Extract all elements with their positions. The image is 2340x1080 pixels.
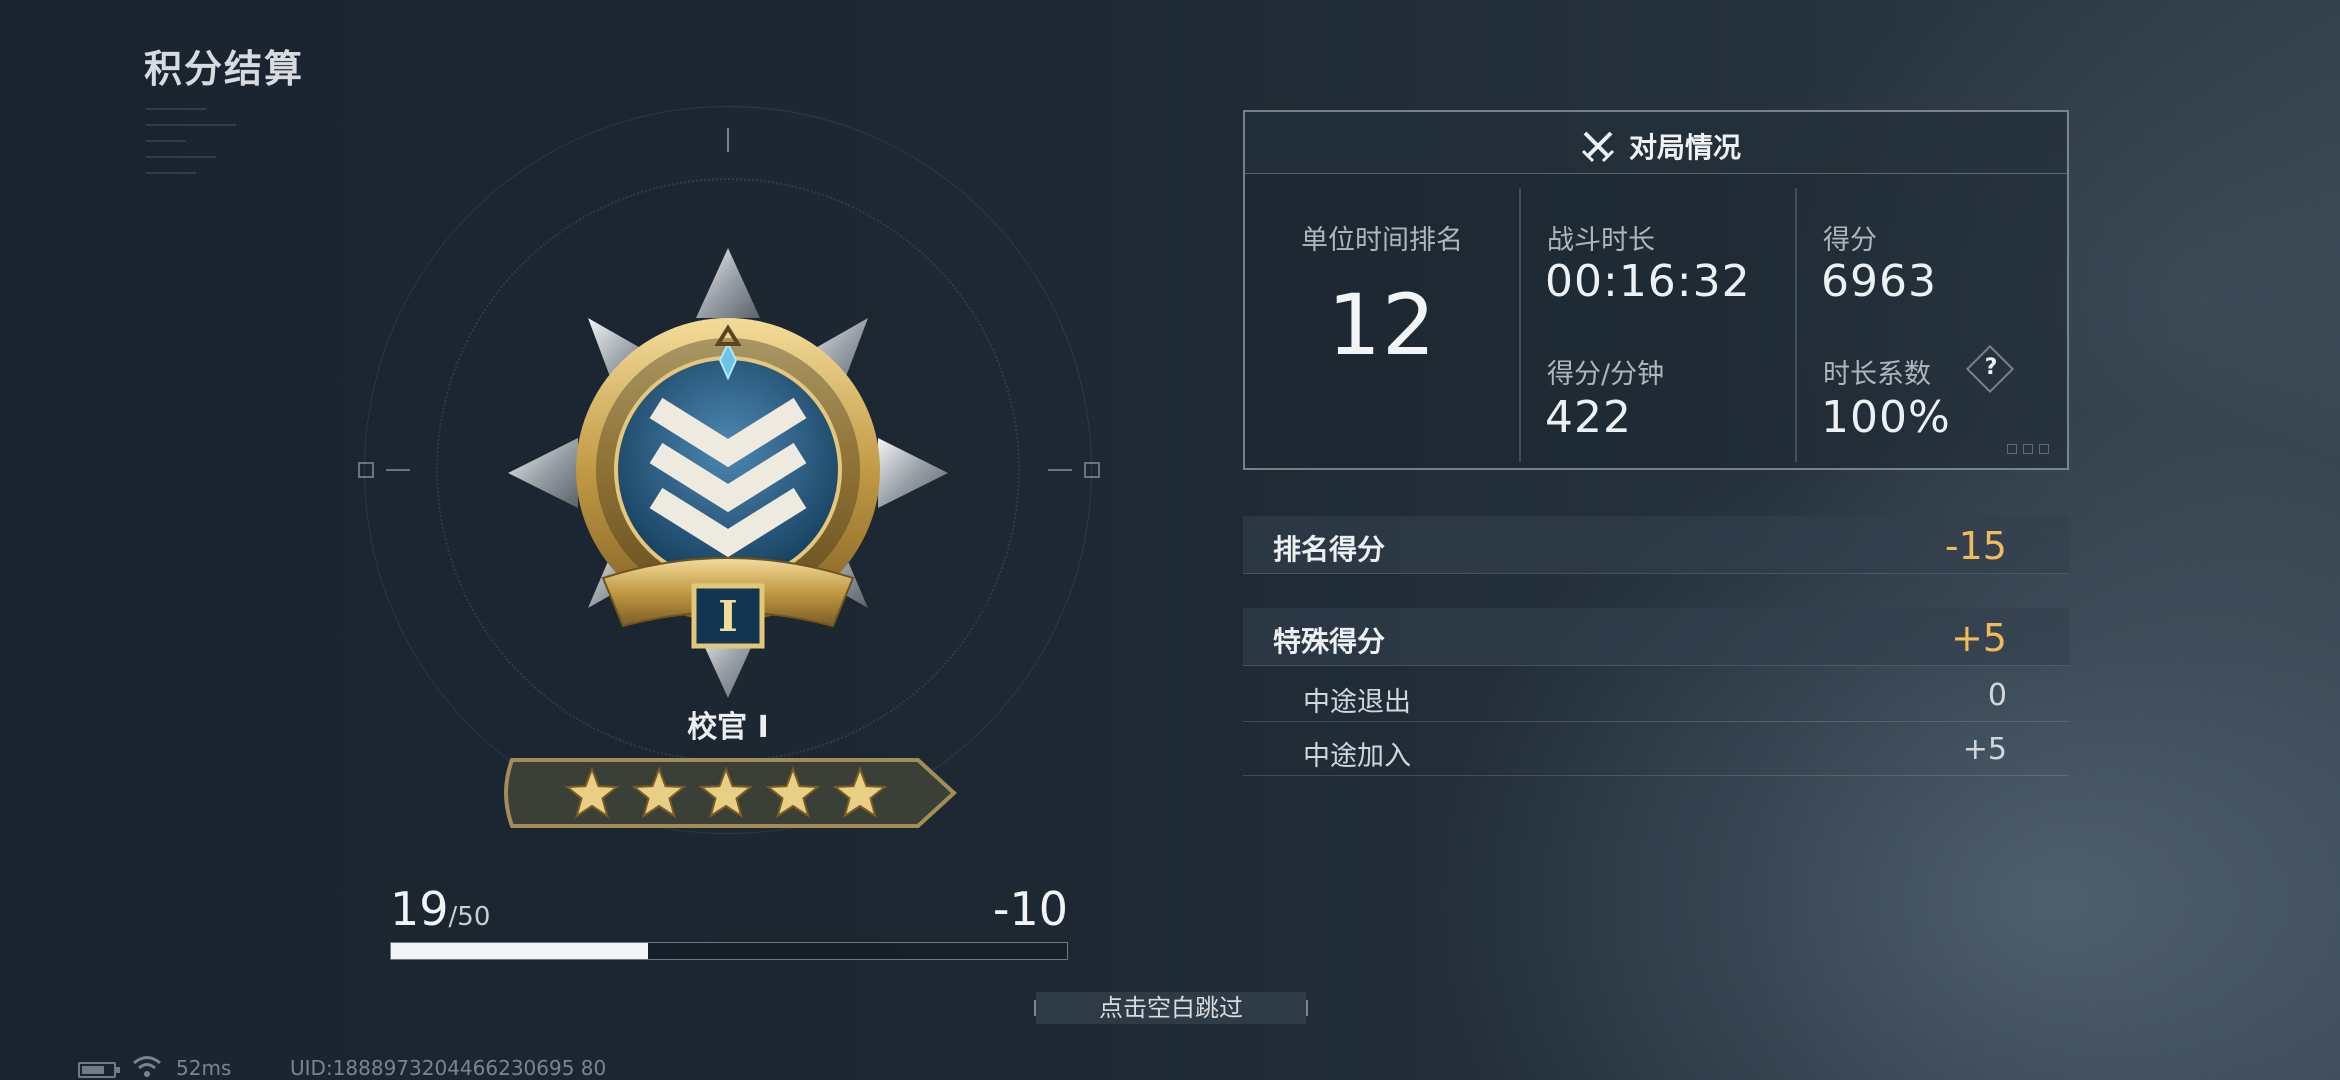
ring-marker-right [1084,462,1100,478]
special-score-row: 特殊得分 +5 [1243,608,2069,666]
score-value: 6963 [1821,256,1937,307]
special-score-item-value: 0 [1987,678,2007,713]
unit-time-rank-value: 12 [1327,276,1437,374]
rank-score-row: 排名得分 -15 [1243,516,2069,574]
duration-coefficient-label: 时长系数 [1823,359,1931,390]
panel-divider [1519,188,1521,462]
panel-divider [1795,188,1797,462]
duration-coefficient-value: 100% [1821,392,1951,443]
ring-tick-right [1048,469,1072,471]
ping-text: 52ms [176,1056,232,1080]
unit-time-rank-label: 单位时间排名 [1301,225,1463,256]
rank-score-value: -15 [1944,524,2007,568]
rank-progress-fill [391,943,648,959]
special-score-label: 特殊得分 [1273,625,1386,658]
ring-marker-left [358,462,374,478]
ring-tick-left [386,469,410,471]
rank-stars-plate [504,758,957,828]
decorative-text-lines [146,108,266,188]
rank-score-label: 排名得分 [1273,533,1386,566]
battle-duration-label: 战斗时长 [1547,225,1655,256]
panel-corner-dots [2007,444,2049,454]
rank-progress-total: /50 [448,902,491,932]
crossed-swords-icon [1581,131,1615,163]
rank-progress-current: 19 [390,882,449,936]
match-summary-title: 对局情况 [1629,131,1742,164]
special-score-item-value: +5 [1962,732,2007,767]
special-score-value: +5 [1950,616,2007,660]
page-title: 积分结算 [144,47,305,91]
score-label: 得分 [1823,225,1877,256]
uid-text: UID:1888973204466230695 80 [290,1056,607,1080]
wifi-icon [133,1056,161,1077]
special-score-item: 中途退出 0 [1243,668,2069,722]
rank-numeral: I [718,592,738,641]
rank-progress-value: 19/50 [390,882,490,936]
score-per-minute-value: 422 [1545,392,1632,443]
special-score-item: 中途加入 +5 [1243,722,2069,776]
battle-duration-value: 00:16:32 [1545,256,1751,307]
special-score-item-label: 中途退出 [1303,687,1411,718]
match-summary-panel: 对局情况 单位时间排名 12 战斗时长 00:16:32 得分/分钟 422 得… [1243,110,2069,470]
rank-progress-delta: -10 [992,882,1068,936]
rank-name: 校官 I [687,710,769,745]
skip-button[interactable]: 点击空白跳过 [1034,992,1308,1024]
battery-icon [78,1062,120,1078]
special-score-item-label: 中途加入 [1303,741,1411,772]
help-icon-glyph: ? [1984,355,1998,380]
match-summary-header: 对局情况 [1245,112,2067,174]
rank-medal-emblem: I [508,248,948,698]
ring-tick-top [727,128,729,152]
score-per-minute-label: 得分/分钟 [1547,359,1665,390]
rank-progress-bar [390,942,1068,960]
